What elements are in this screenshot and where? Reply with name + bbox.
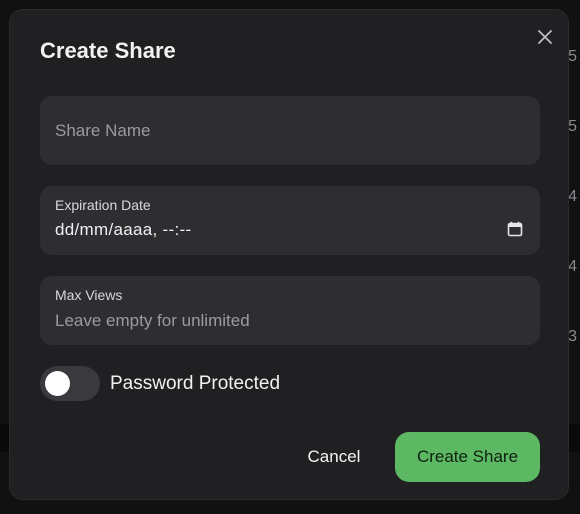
toggle-knob <box>45 371 70 396</box>
expiration-date-value: dd/mm/aaaa, --:-- <box>55 220 192 239</box>
password-protected-toggle[interactable] <box>40 366 100 401</box>
background-row-digit: 3 <box>568 328 577 345</box>
password-protected-label: Password Protected <box>110 373 281 394</box>
calendar-icon[interactable] <box>507 221 523 237</box>
share-name-placeholder: Share Name <box>55 121 151 140</box>
max-views-field[interactable]: Max Views Leave empty for unlimited <box>40 276 540 345</box>
create-share-dialog: Create Share Share Name Expiration Date … <box>9 9 569 500</box>
max-views-label: Max Views <box>55 287 123 303</box>
create-share-button[interactable]: Create Share <box>395 432 540 482</box>
cancel-button[interactable]: Cancel <box>292 432 376 482</box>
close-icon <box>538 30 552 44</box>
expiration-date-label: Expiration Date <box>55 197 151 213</box>
close-button[interactable] <box>534 26 556 48</box>
dialog-title: Create Share <box>40 38 176 63</box>
background-row-digit: 5 <box>568 118 577 135</box>
background-row-digit: 5 <box>568 48 577 65</box>
share-name-field[interactable]: Share Name <box>40 96 540 165</box>
max-views-placeholder: Leave empty for unlimited <box>55 311 250 330</box>
expiration-date-field[interactable]: Expiration Date dd/mm/aaaa, --:-- <box>40 186 540 255</box>
background-row-digit: 4 <box>568 258 577 275</box>
background-row-digit: 4 <box>568 188 577 205</box>
